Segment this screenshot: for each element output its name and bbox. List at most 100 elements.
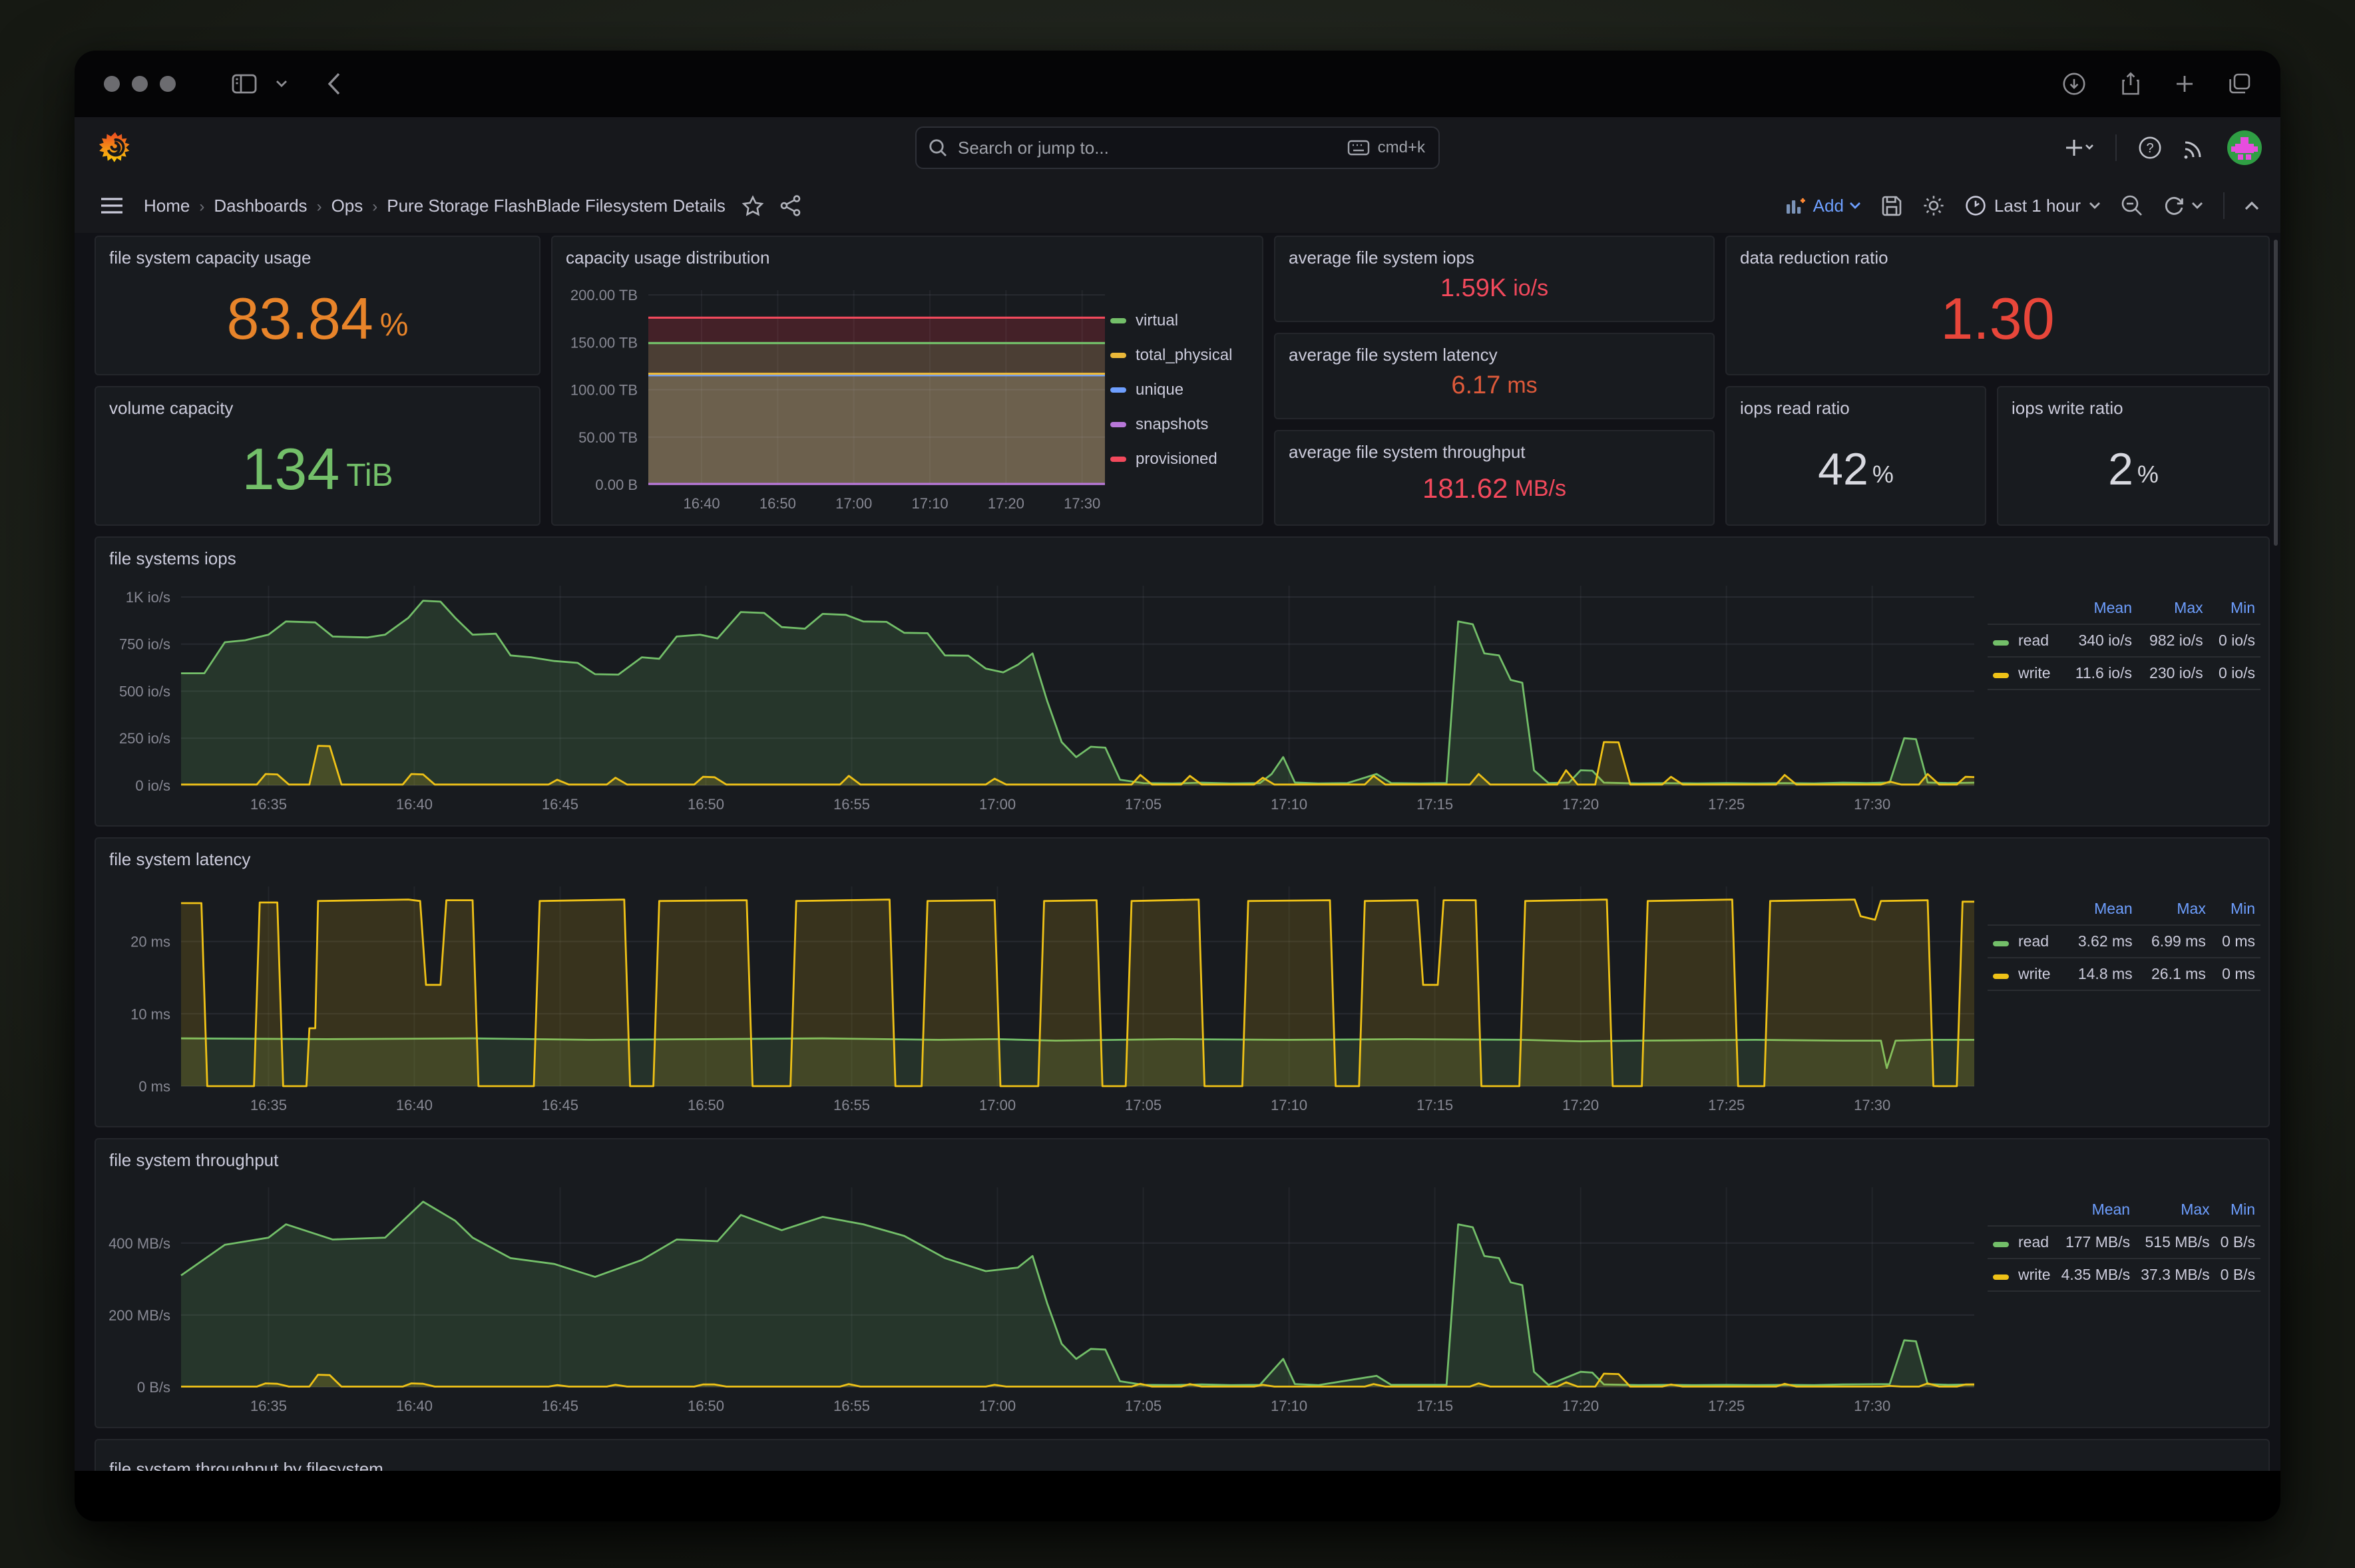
new-dashboard-plus-icon[interactable]	[2065, 138, 2094, 157]
mega-menu-icon[interactable]	[101, 198, 122, 214]
panel-title[interactable]: iops write ratio	[1998, 387, 2268, 419]
favorite-star-icon[interactable]	[742, 195, 764, 216]
svg-text:16:50: 16:50	[688, 796, 724, 813]
panel-title[interactable]: volume capacity	[96, 387, 539, 419]
legend-col-header[interactable]: Mean	[2056, 1198, 2136, 1226]
minimize-window-button[interactable]	[132, 76, 148, 92]
legend-col-header[interactable]: Max	[2138, 897, 2211, 925]
svg-text:20 ms: 20 ms	[130, 934, 170, 950]
panel-title[interactable]: data reduction ratio	[1727, 237, 2268, 268]
panel-title[interactable]: average file system throughput	[1275, 431, 1713, 463]
back-button-icon[interactable]	[327, 73, 341, 95]
panel-file-system-latency[interactable]: file system latency 0 ms 10 ms 20 ms 16:35 1…	[95, 837, 2270, 1127]
search-input[interactable]: Search or jump to... cmd+k	[915, 126, 1440, 169]
breadcrumb-item[interactable]: Ops	[331, 196, 363, 216]
refresh-dashboard-icon[interactable]	[2163, 195, 2203, 216]
sidebar-toggle-icon[interactable]	[232, 74, 257, 94]
legend-col-header[interactable]: Max	[2137, 596, 2209, 624]
file-system-latency-chart[interactable]: 0 ms 10 ms 20 ms 16:35 16:40 16:45 16:50 16:55 1…	[104, 876, 1988, 1121]
zoom-window-button[interactable]	[160, 76, 176, 92]
breadcrumb-item[interactable]: Dashboards	[214, 196, 307, 216]
panel-capacity-usage[interactable]: file system capacity usage 83.84%	[95, 236, 540, 375]
legend-col-header[interactable]: Min	[2215, 1198, 2260, 1226]
page-scrollbar[interactable]	[2274, 240, 2278, 546]
zoom-out-time-icon[interactable]	[2121, 194, 2143, 217]
svg-text:16:50: 16:50	[688, 1398, 724, 1414]
svg-text:17:10: 17:10	[1271, 1097, 1307, 1113]
close-window-button[interactable]	[104, 76, 120, 92]
svg-text:0 io/s: 0 io/s	[135, 777, 170, 794]
save-dashboard-icon[interactable]	[1881, 195, 1902, 216]
chart-svg: 0 B/s 200 MB/s 400 MB/s 16:35 16:40 16:45 16:5…	[108, 1187, 1975, 1414]
svg-text:16:50: 16:50	[688, 1097, 724, 1113]
breadcrumb-item[interactable]: Home	[144, 196, 190, 216]
news-rss-icon[interactable]	[2183, 136, 2206, 159]
panel-data-reduction[interactable]: data reduction ratio 1.30	[1725, 236, 2270, 375]
chart-svg: 0 io/s 250 io/s 500 io/s 750 io/s 1K io/s 16:…	[119, 586, 1975, 813]
svg-text:16:40: 16:40	[396, 796, 433, 813]
legend-row[interactable]: write 14.8 ms 26.1 ms 0 ms	[1988, 957, 2260, 991]
desktop: Search or jump to... cmd+k ? Home › Dash…	[0, 0, 2355, 1568]
panel-volume-capacity[interactable]: volume capacity 134 TiB	[95, 386, 540, 526]
legend-item[interactable]: snapshots	[1110, 415, 1254, 434]
add-panel-button[interactable]: Add	[1785, 196, 1861, 216]
file-systems-iops-legend: Mean Max Min read 340 io/s 982 io/s 0 io/s writ…	[1988, 575, 2260, 820]
legend-row[interactable]: read 3.62 ms 6.99 ms 0 ms	[1988, 924, 2260, 958]
share-dashboard-icon[interactable]	[780, 195, 801, 216]
legend-row[interactable]: read 340 io/s 982 io/s 0 io/s	[1988, 624, 2260, 657]
stat-value: 42%	[1818, 444, 1894, 494]
panel-file-system-throughput[interactable]: file system throughput 0 B/s 200 MB/s 400 …	[95, 1138, 2270, 1428]
legend-col-header[interactable]: Min	[2211, 897, 2260, 925]
tabs-overview-icon[interactable]	[2229, 73, 2251, 95]
svg-text:150.00 TB: 150.00 TB	[570, 334, 638, 351]
panel-average-latency[interactable]: average file system latency 6.17 ms	[1274, 333, 1715, 419]
panel-title[interactable]: iops read ratio	[1727, 387, 1985, 419]
file-system-throughput-chart[interactable]: 0 B/s 200 MB/s 400 MB/s 16:35 16:40 16:45 16:5…	[104, 1177, 1988, 1422]
panel-title[interactable]: file system capacity usage	[96, 237, 539, 268]
panel-title[interactable]: capacity usage distribution	[552, 237, 1262, 268]
legend-row[interactable]: read 177 MB/s 515 MB/s 0 B/s	[1988, 1225, 2261, 1259]
time-range-picker[interactable]: Last 1 hour	[1965, 195, 2101, 216]
grafana-logo-icon[interactable]	[99, 131, 132, 164]
svg-text:17:20: 17:20	[988, 495, 1024, 512]
collapse-toolbar-chevron-icon[interactable]	[2245, 201, 2259, 210]
svg-text:1K io/s: 1K io/s	[126, 589, 170, 606]
svg-text:17:00: 17:00	[979, 1097, 1016, 1113]
sidebar-chevron-down-icon[interactable]	[276, 80, 288, 88]
breadcrumb-item[interactable]: Pure Storage FlashBlade Filesystem Detai…	[387, 196, 726, 216]
svg-text:100.00 TB: 100.00 TB	[570, 382, 638, 399]
panel-iops-write-ratio[interactable]: iops write ratio 2%	[1997, 386, 2270, 526]
panel-capacity-distribution[interactable]: capacity usage distribution 0.00 B 50.00 …	[551, 236, 1263, 526]
legend-row[interactable]: write 4.35 MB/s 37.3 MB/s 0 B/s	[1988, 1258, 2261, 1292]
svg-text:400 MB/s: 400 MB/s	[108, 1235, 170, 1252]
new-tab-icon[interactable]	[2175, 75, 2194, 93]
share-icon[interactable]	[2121, 72, 2141, 96]
help-icon[interactable]: ?	[2138, 136, 2162, 160]
legend-item[interactable]: virtual	[1110, 311, 1254, 330]
svg-text:17:25: 17:25	[1708, 1097, 1745, 1113]
panel-title[interactable]: file system throughput	[96, 1139, 2268, 1171]
panel-file-systems-iops[interactable]: file systems iops 0 io/s 250 io/s 500 io/s…	[95, 536, 2270, 827]
svg-text:17:15: 17:15	[1416, 796, 1453, 813]
legend-row[interactable]: write 11.6 io/s 230 io/s 0 io/s	[1988, 656, 2260, 690]
legend-col-header[interactable]: Mean	[2063, 596, 2137, 624]
legend-col-header[interactable]: Max	[2135, 1198, 2215, 1226]
panel-average-iops[interactable]: average file system iops 1.59K io/s	[1274, 236, 1715, 322]
panel-title[interactable]: file system latency	[96, 839, 2268, 870]
legend-col-header[interactable]: Min	[2209, 596, 2260, 624]
panel-average-throughput[interactable]: average file system throughput 181.62 MB/…	[1274, 430, 1715, 526]
svg-text:17:00: 17:00	[979, 796, 1016, 813]
series-color-chip	[1993, 941, 2009, 946]
legend-item[interactable]: unique	[1110, 381, 1254, 399]
file-systems-iops-chart[interactable]: 0 io/s 250 io/s 500 io/s 750 io/s 1K io/s 16:…	[104, 575, 1988, 820]
capacity-distribution-chart[interactable]: 0.00 B 50.00 TB 100.00 TB 150.00 TB 200.00 T…	[560, 274, 1110, 519]
legend-item[interactable]: total_physical	[1110, 346, 1254, 365]
dashboard-settings-gear-icon[interactable]	[1922, 194, 1945, 217]
legend-item[interactable]: provisioned	[1110, 450, 1254, 469]
panel-title[interactable]: file systems iops	[96, 538, 2268, 569]
download-icon[interactable]	[2062, 72, 2086, 96]
user-avatar[interactable]	[2227, 130, 2262, 165]
panel-iops-read-ratio[interactable]: iops read ratio 42%	[1725, 386, 1986, 526]
legend-col-header[interactable]: Mean	[2065, 897, 2138, 925]
svg-text:17:10: 17:10	[912, 495, 949, 512]
